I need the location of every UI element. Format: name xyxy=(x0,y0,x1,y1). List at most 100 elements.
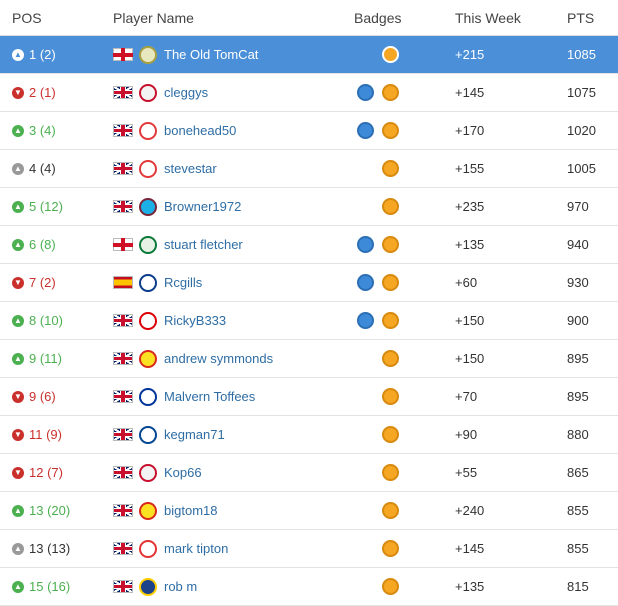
club-crest-icon xyxy=(139,197,157,216)
position-cell: ▲ 1 (2) xyxy=(12,36,107,73)
header-pts[interactable]: PTS xyxy=(567,0,617,35)
club-crest-icon xyxy=(139,159,157,178)
player-name-link[interactable]: Rcgills xyxy=(164,275,202,290)
position-cell: ▼ 2 (1) xyxy=(12,74,107,111)
club-crest-icon xyxy=(139,349,157,368)
header-badges[interactable]: Badges xyxy=(354,0,449,35)
total-points: 865 xyxy=(567,465,589,480)
no-change-icon: ▲ xyxy=(12,162,24,175)
badges-cell xyxy=(354,112,449,149)
total-points: 895 xyxy=(567,389,589,404)
club-crest-icon xyxy=(139,387,157,406)
gold-badge-icon xyxy=(382,274,399,291)
player-name-link[interactable]: mark tipton xyxy=(164,541,228,556)
position-cell: ▲ 5 (12) xyxy=(12,188,107,225)
eng-flag-icon xyxy=(113,48,133,61)
player-name-link[interactable]: Kop66 xyxy=(164,465,202,480)
arrow-up-icon: ▲ xyxy=(12,314,24,327)
player-cell: Malvern Toffees xyxy=(113,378,353,415)
player-name-link[interactable]: stuart fletcher xyxy=(164,237,243,252)
arrow-up-icon: ▲ xyxy=(12,580,24,593)
uk-flag-icon xyxy=(113,124,133,137)
uk-flag-icon xyxy=(113,428,133,441)
player-cell: bonehead50 xyxy=(113,112,353,149)
uk-flag-icon xyxy=(113,200,133,213)
uk-flag-icon xyxy=(113,390,133,403)
table-row[interactable]: ▲ 5 (12) Browner1972 +235 970 xyxy=(0,188,618,226)
table-row[interactable]: ▲ 4 (4) stevestar +155 1005 xyxy=(0,150,618,188)
arrow-down-icon: ▼ xyxy=(12,466,24,479)
badges-cell xyxy=(354,530,449,567)
uk-flag-icon xyxy=(113,314,133,327)
player-cell: bigtom18 xyxy=(113,492,353,529)
blue-badge-icon xyxy=(357,312,374,329)
player-name-link[interactable]: cleggys xyxy=(164,85,208,100)
player-name-link[interactable]: bigtom18 xyxy=(164,503,217,518)
gold-badge-icon xyxy=(382,198,399,215)
table-row[interactable]: ▲ 13 (20) bigtom18 +240 855 xyxy=(0,492,618,530)
this-week-points: +235 xyxy=(455,199,485,214)
badges-cell xyxy=(354,454,449,491)
this-week-points: +155 xyxy=(455,161,485,176)
table-row[interactable]: ▲ 8 (10) RickyB333 +150 900 xyxy=(0,302,618,340)
player-cell: stevestar xyxy=(113,150,353,187)
gold-badge-icon xyxy=(382,236,399,253)
header-player-name[interactable]: Player Name xyxy=(113,0,353,35)
player-cell: Browner1972 xyxy=(113,188,353,225)
blue-badge-icon xyxy=(357,122,374,139)
position-cell: ▲ 13 (13) xyxy=(12,530,107,567)
arrow-up-icon: ▲ xyxy=(12,48,24,61)
club-crest-icon xyxy=(139,311,157,330)
badges-cell xyxy=(354,36,449,73)
club-crest-icon xyxy=(139,539,157,558)
position-text: 15 (16) xyxy=(29,579,71,594)
club-crest-icon xyxy=(139,463,157,482)
player-name-link[interactable]: Browner1972 xyxy=(164,199,241,214)
table-row[interactable]: ▲ 1 (2) The Old TomCat +215 1085 xyxy=(0,36,618,74)
club-crest-icon xyxy=(139,83,157,102)
esp-flag-icon xyxy=(113,276,133,289)
total-points: 880 xyxy=(567,427,589,442)
table-row[interactable]: ▼ 12 (7) Kop66 +55 865 xyxy=(0,454,618,492)
position-cell: ▼ 9 (6) xyxy=(12,378,107,415)
header-this-week[interactable]: This Week xyxy=(455,0,555,35)
club-crest-icon xyxy=(139,273,157,292)
table-row[interactable]: ▲ 13 (13) mark tipton +145 855 xyxy=(0,530,618,568)
table-row[interactable]: ▲ 6 (8) stuart fletcher +135 940 xyxy=(0,226,618,264)
table-row[interactable]: ▼ 9 (6) Malvern Toffees +70 895 xyxy=(0,378,618,416)
player-name-link[interactable]: kegman71 xyxy=(164,427,225,442)
table-row[interactable]: ▲ 15 (16) rob m +135 815 xyxy=(0,568,618,606)
club-crest-icon xyxy=(139,577,157,596)
table-row[interactable]: ▼ 7 (2) Rcgills +60 930 xyxy=(0,264,618,302)
this-week-points: +150 xyxy=(455,351,485,366)
position-text: 3 (4) xyxy=(29,123,56,138)
player-cell: andrew symmonds xyxy=(113,340,353,377)
player-cell: kegman71 xyxy=(113,416,353,453)
gold-badge-icon xyxy=(382,84,399,101)
table-row[interactable]: ▲ 3 (4) bonehead50 +170 1020 xyxy=(0,112,618,150)
player-name-link[interactable]: RickyB333 xyxy=(164,313,226,328)
total-points: 940 xyxy=(567,237,589,252)
header-pos[interactable]: POS xyxy=(12,0,107,35)
arrow-up-icon: ▲ xyxy=(12,352,24,365)
player-name-link[interactable]: bonehead50 xyxy=(164,123,236,138)
player-name-link[interactable]: stevestar xyxy=(164,161,217,176)
uk-flag-icon xyxy=(113,352,133,365)
position-text: 6 (8) xyxy=(29,237,56,252)
player-name-link[interactable]: andrew symmonds xyxy=(164,351,273,366)
table-row[interactable]: ▲ 9 (11) andrew symmonds +150 895 xyxy=(0,340,618,378)
player-name-link[interactable]: Malvern Toffees xyxy=(164,389,255,404)
total-points: 855 xyxy=(567,541,589,556)
total-points: 1085 xyxy=(567,47,596,62)
table-row[interactable]: ▼ 2 (1) cleggys +145 1075 xyxy=(0,74,618,112)
club-crest-icon xyxy=(139,235,157,254)
position-text: 5 (12) xyxy=(29,199,63,214)
gold-badge-icon xyxy=(382,312,399,329)
arrow-down-icon: ▼ xyxy=(12,86,24,99)
player-cell: RickyB333 xyxy=(113,302,353,339)
player-name-link[interactable]: rob m xyxy=(164,579,197,594)
table-row[interactable]: ▼ 11 (9) kegman71 +90 880 xyxy=(0,416,618,454)
player-name-link[interactable]: The Old TomCat xyxy=(164,47,258,62)
uk-flag-icon xyxy=(113,86,133,99)
this-week-points: +215 xyxy=(455,47,485,62)
